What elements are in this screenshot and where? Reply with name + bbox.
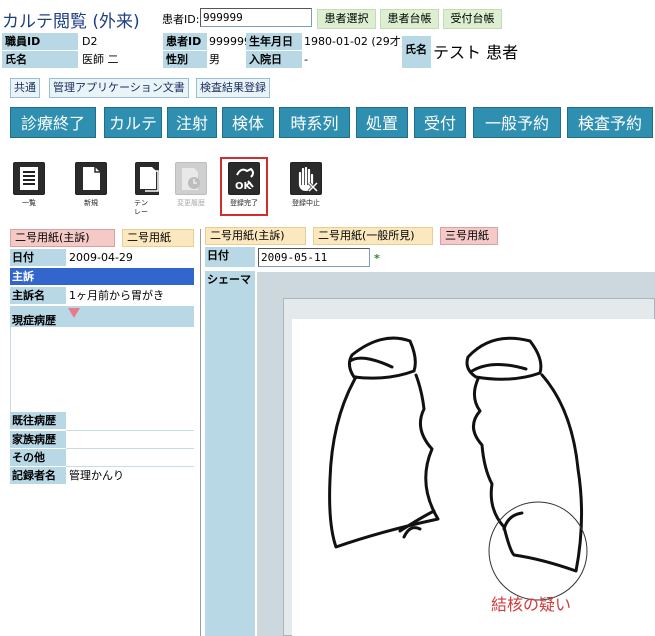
register-complete-button[interactable]: OK 登録完了 bbox=[222, 162, 266, 214]
right-tab-form3[interactable]: 三号用紙 bbox=[440, 227, 498, 245]
required-mark: * bbox=[374, 252, 380, 265]
sex-value: 男 bbox=[209, 53, 220, 66]
page-title: カルテ閲覧 (外来) bbox=[2, 12, 140, 32]
list-icon bbox=[13, 162, 45, 195]
exam-appointment-button[interactable]: 検査予約 bbox=[567, 107, 653, 138]
patient-id-input[interactable] bbox=[200, 8, 312, 27]
staff-name-value: 医師 二 bbox=[82, 53, 119, 66]
cancel-hand-icon bbox=[290, 162, 322, 195]
admit-date-value: - bbox=[304, 53, 308, 66]
chief-complaint-header: 主訴 bbox=[10, 268, 194, 285]
register-complete-label: 登録完了 bbox=[230, 199, 258, 207]
staff-id-label: 職員ID bbox=[2, 33, 78, 50]
list-button[interactable]: 一覧 bbox=[7, 162, 51, 214]
lung-diagram bbox=[328, 336, 584, 573]
register-cancel-button[interactable]: 登録中止 bbox=[284, 162, 328, 214]
tab-test-result-registration[interactable]: 検査結果登録 bbox=[196, 78, 270, 98]
new-button[interactable]: 新規 bbox=[69, 162, 113, 214]
staff-name-label: 氏名 bbox=[2, 51, 78, 68]
expand-triangle-icon[interactable] bbox=[68, 308, 80, 318]
tab-common[interactable]: 共通 bbox=[10, 78, 40, 98]
right-tab-form2-general[interactable]: 二号用紙(一般所見) bbox=[313, 227, 433, 245]
history-button: 変更履歴 bbox=[169, 162, 213, 214]
left-tab-form2[interactable]: 二号用紙 bbox=[122, 229, 194, 247]
treatment-button[interactable]: 処置 bbox=[356, 107, 408, 138]
admit-date-label: 入院日 bbox=[246, 51, 302, 68]
staff-id-value: D2 bbox=[79, 33, 159, 50]
chief-complaint-label: 主訴名 bbox=[10, 287, 66, 304]
dob-value: 1980-01-02 (29才) bbox=[304, 35, 406, 48]
panel-divider[interactable] bbox=[200, 229, 201, 636]
injection-button[interactable]: 注射 bbox=[167, 107, 217, 138]
timeline-button[interactable]: 時系列 bbox=[279, 107, 350, 138]
end-consultation-button[interactable]: 診療終了 bbox=[10, 107, 96, 138]
specimen-button[interactable]: 検体 bbox=[222, 107, 274, 138]
template-label: テン レー bbox=[134, 199, 148, 214]
list-label: 一覧 bbox=[22, 199, 36, 207]
patient-id-info-value: 999999 bbox=[209, 35, 251, 48]
family-history-label: 家族病歴 bbox=[10, 431, 66, 448]
schema-drawing[interactable]: 結核の疑い bbox=[292, 319, 655, 636]
past-history-label: 既往病歴 bbox=[10, 412, 66, 429]
sex-label: 性別 bbox=[163, 51, 207, 68]
patient-name-label: 氏名 bbox=[402, 36, 431, 68]
template-button[interactable]: テン レー bbox=[131, 162, 159, 214]
recorder-label: 記録者名 bbox=[10, 467, 66, 484]
patient-name-value: テスト 患者 bbox=[433, 43, 519, 62]
other-label: その他 bbox=[10, 449, 66, 466]
history-icon bbox=[175, 162, 207, 195]
annotation-text: 結核の疑い bbox=[491, 595, 572, 614]
right-date-label: 日付 bbox=[205, 247, 255, 267]
left-date-value: 2009-04-29 bbox=[69, 251, 133, 264]
present-illness-label: 現症病歴 bbox=[12, 314, 56, 327]
chief-complaint-value[interactable]: 1ヶ月前から胃がき bbox=[66, 287, 194, 304]
patient-select-button[interactable]: 患者選択 bbox=[317, 9, 376, 29]
register-ok-icon: OK bbox=[228, 162, 260, 195]
right-tab-form2-chief[interactable]: 二号用紙(主訴) bbox=[205, 227, 306, 245]
left-tab-form2-chief[interactable]: 二号用紙(主訴) bbox=[10, 229, 115, 247]
history-label: 変更履歴 bbox=[177, 199, 205, 207]
patient-id-label: 患者ID: bbox=[162, 13, 200, 26]
new-document-icon bbox=[75, 162, 107, 195]
recorder-value: 管理かんり bbox=[69, 469, 124, 482]
patient-ledger-button[interactable]: 患者台帳 bbox=[380, 9, 439, 29]
reception-ledger-button[interactable]: 受付台帳 bbox=[443, 9, 502, 29]
new-label: 新規 bbox=[84, 199, 98, 207]
register-cancel-label: 登録中止 bbox=[292, 199, 320, 207]
dob-label: 生年月日 bbox=[246, 33, 302, 50]
left-date-label: 日付 bbox=[10, 249, 66, 266]
reception-button[interactable]: 受付 bbox=[414, 107, 466, 138]
chart-button[interactable]: カルテ bbox=[104, 107, 162, 138]
patient-id-info-label: 患者ID bbox=[163, 33, 207, 50]
annotation-circle bbox=[488, 501, 588, 601]
general-appointment-button[interactable]: 一般予約 bbox=[473, 107, 561, 138]
present-illness-textarea[interactable] bbox=[10, 327, 194, 412]
schema-label: シェーマ bbox=[205, 271, 255, 636]
tab-admin-app-documents[interactable]: 管理アプリケーション文書 bbox=[49, 78, 189, 98]
right-date-input[interactable] bbox=[258, 248, 370, 267]
template-icon bbox=[135, 162, 159, 195]
